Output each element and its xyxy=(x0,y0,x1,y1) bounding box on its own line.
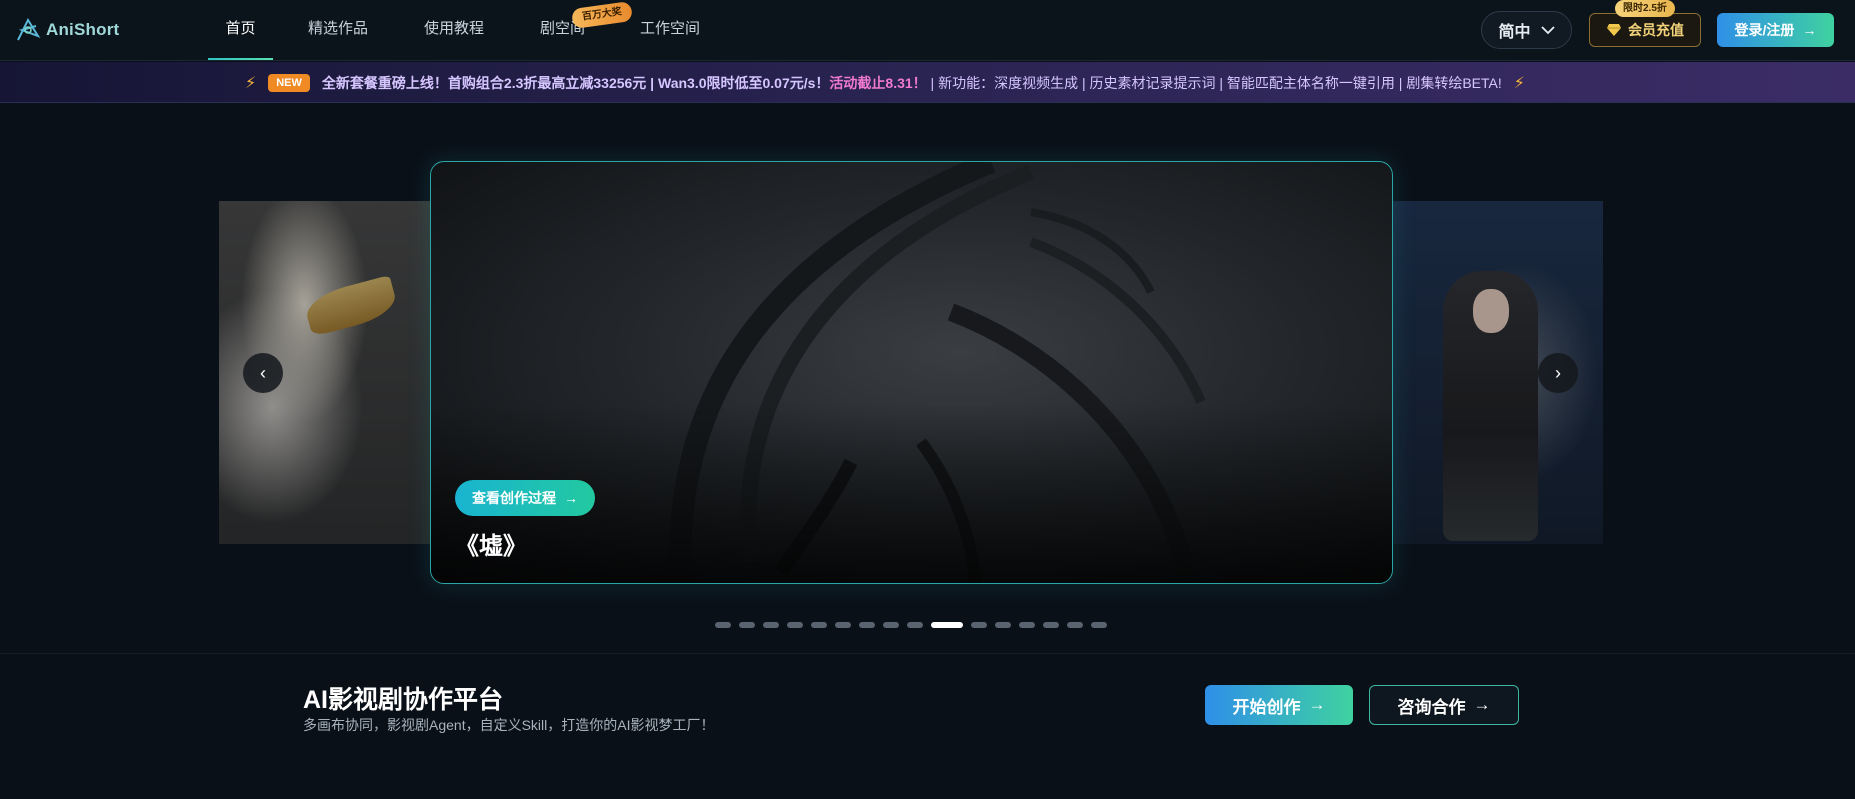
announcement-part-3: | 新功能：深度视频生成 | 历史素材记录提示词 | 智能匹配主体名称一键引用 … xyxy=(926,74,1502,91)
logo-text: AniShort xyxy=(46,20,120,39)
carousel-next-button[interactable]: › xyxy=(1538,353,1578,393)
carousel-dot[interactable] xyxy=(739,622,755,628)
nav-tutorial[interactable]: 使用教程 xyxy=(424,0,484,61)
login-label: 登录/注册 xyxy=(1734,22,1795,38)
announcement-highlight: 活动截止8.31！ xyxy=(829,74,927,91)
arrow-right-icon: → xyxy=(1473,695,1491,714)
bird-image xyxy=(302,275,400,337)
cta-section xyxy=(0,653,1855,799)
carousel-dot[interactable] xyxy=(931,622,963,628)
anishort-logo-icon xyxy=(17,17,41,41)
vip-label: 会员充值 xyxy=(1628,22,1684,38)
carousel-slide-active[interactable]: 查看创作过程 → 《墟》 xyxy=(430,161,1393,584)
lightning-icon: ⚡ xyxy=(1513,74,1525,92)
diamond-icon xyxy=(1607,24,1621,36)
view-creation-label: 查看创作过程 xyxy=(472,490,556,506)
login-register-button[interactable]: 登录/注册 → xyxy=(1717,13,1834,47)
arrow-right-icon: → xyxy=(1802,22,1817,38)
start-creating-label: 开始创作 xyxy=(1232,697,1301,717)
chevron-down-icon xyxy=(1540,26,1555,35)
arrow-right-icon: → xyxy=(564,490,578,506)
carousel-dot[interactable] xyxy=(787,622,803,628)
slide-title: 《墟》 xyxy=(455,533,527,560)
carousel-dot[interactable] xyxy=(995,622,1011,628)
announcement-part-1: 全新套餐重磅上线！首购组合2.3折最高立减33256元 | Wan3.0限时低至… xyxy=(321,74,830,91)
nav-home[interactable]: 首页 xyxy=(208,0,273,61)
character-image xyxy=(1443,271,1538,541)
chevron-left-icon: ‹ xyxy=(260,362,266,383)
carousel-prev-button[interactable]: ‹ xyxy=(243,353,283,393)
vip-recharge-button[interactable]: 会员充值 xyxy=(1589,13,1701,47)
language-selector[interactable]: 简中 xyxy=(1481,11,1572,49)
carousel-dot[interactable] xyxy=(811,622,827,628)
announcement-bar[interactable]: ⚡ NEW 全新套餐重磅上线！首购组合2.3折最高立减33256元 | Wan3… xyxy=(0,62,1855,103)
carousel-dot[interactable] xyxy=(859,622,875,628)
consult-cooperation-button[interactable]: 咨询合作 → xyxy=(1369,685,1519,725)
platform-title: AI影视剧协作平台 xyxy=(303,686,504,714)
carousel-dot[interactable] xyxy=(835,622,851,628)
nav-workspace[interactable]: 工作空间 xyxy=(640,0,700,61)
announcement-text: 全新套餐重磅上线！首购组合2.3折最高立减33256元 | Wan3.0限时低至… xyxy=(322,73,1502,93)
carousel-dot[interactable] xyxy=(1091,622,1107,628)
arrow-right-icon: → xyxy=(1308,695,1326,714)
new-badge: NEW xyxy=(268,73,310,92)
language-label: 简中 xyxy=(1498,24,1531,41)
carousel-dot[interactable] xyxy=(971,622,987,628)
lightning-icon: ⚡ xyxy=(245,74,257,92)
top-header: AniShort 首页 精选作品 使用教程 剧空间 工作空间 百万大奖 简中 会… xyxy=(0,0,1855,61)
nav-featured[interactable]: 精选作品 xyxy=(308,0,368,61)
carousel-dot[interactable] xyxy=(715,622,731,628)
consult-label: 咨询合作 xyxy=(1397,697,1466,717)
start-creating-button[interactable]: 开始创作 → xyxy=(1205,685,1353,725)
view-creation-process-button[interactable]: 查看创作过程 → xyxy=(455,480,595,516)
carousel-dot[interactable] xyxy=(1043,622,1059,628)
carousel-dot[interactable] xyxy=(907,622,923,628)
carousel-dot[interactable] xyxy=(1067,622,1083,628)
carousel-pagination xyxy=(715,622,1107,628)
carousel-dot[interactable] xyxy=(763,622,779,628)
chevron-right-icon: › xyxy=(1555,362,1561,383)
vip-discount-badge: 限时2.5折 xyxy=(1615,0,1675,17)
carousel-dot[interactable] xyxy=(883,622,899,628)
logo[interactable]: AniShort xyxy=(14,14,119,46)
platform-subtitle: 多画布协同，影视剧Agent，自定义Skill，打造你的AI影视梦工厂！ xyxy=(303,717,715,733)
carousel-dot[interactable] xyxy=(1019,622,1035,628)
